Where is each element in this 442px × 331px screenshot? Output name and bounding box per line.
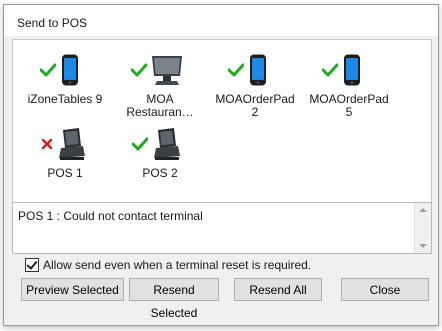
terminal-list: iZoneTables 9 MOA Restauran… MOAOrderPad… xyxy=(12,39,432,204)
terminal-izonetables-9[interactable]: iZoneTables 9 xyxy=(21,50,109,106)
phone-icon xyxy=(249,54,267,89)
log-scrollbar[interactable] xyxy=(414,203,431,253)
success-check-icon xyxy=(130,63,148,80)
dialog-title: Send to POS xyxy=(17,16,88,30)
phone-icon xyxy=(343,54,361,89)
status-log[interactable]: POS 1 : Could not contact terminal xyxy=(12,202,432,254)
terminal-pos-1[interactable]: POS 1 xyxy=(21,124,109,180)
terminal-label: iZoneTables 9 xyxy=(27,92,103,106)
success-check-icon xyxy=(131,137,149,154)
pos-terminal-icon xyxy=(152,128,182,163)
monitor-icon xyxy=(150,54,184,89)
resend-selected-button[interactable]: Resend Selected xyxy=(129,278,219,320)
terminal-moaorderpad-2[interactable]: MOAOrderPad 2 xyxy=(211,50,299,119)
error-x-icon xyxy=(41,138,53,153)
terminal-label: POS 2 xyxy=(142,166,178,180)
terminal-label: POS 1 xyxy=(47,166,83,180)
success-check-icon xyxy=(321,63,339,80)
phone-icon xyxy=(61,54,79,89)
terminal-pos-2[interactable]: POS 2 xyxy=(116,124,204,180)
allow-reset-option[interactable]: Allow send even when a terminal reset is… xyxy=(25,258,311,272)
terminal-label: MOAOrderPad 5 xyxy=(309,92,389,119)
allow-reset-checkbox[interactable] xyxy=(25,258,39,272)
resend-all-button[interactable]: Resend All xyxy=(234,278,322,301)
preview-selected-button[interactable]: Preview Selected xyxy=(21,278,124,301)
scroll-up-arrow-icon[interactable] xyxy=(419,208,427,212)
terminal-label: MOAOrderPad 2 xyxy=(215,92,295,119)
title-bar: Send to POS xyxy=(4,5,438,36)
terminal-moa-restaurant[interactable]: MOA Restauran… xyxy=(116,50,204,119)
success-check-icon xyxy=(39,63,57,80)
terminal-moaorderpad-5[interactable]: MOAOrderPad 5 xyxy=(305,50,393,119)
pos-terminal-icon xyxy=(57,128,87,163)
success-check-icon xyxy=(227,63,245,80)
send-to-pos-dialog: Send to POS iZoneTables 9 MOA Restauran…… xyxy=(3,4,439,326)
terminal-label: MOA Restauran… xyxy=(126,92,194,119)
allow-reset-label: Allow send even when a terminal reset is… xyxy=(43,258,312,272)
scroll-down-arrow-icon[interactable] xyxy=(419,244,427,248)
status-log-text: POS 1 : Could not contact terminal xyxy=(18,209,203,223)
close-button[interactable]: Close xyxy=(341,278,429,301)
